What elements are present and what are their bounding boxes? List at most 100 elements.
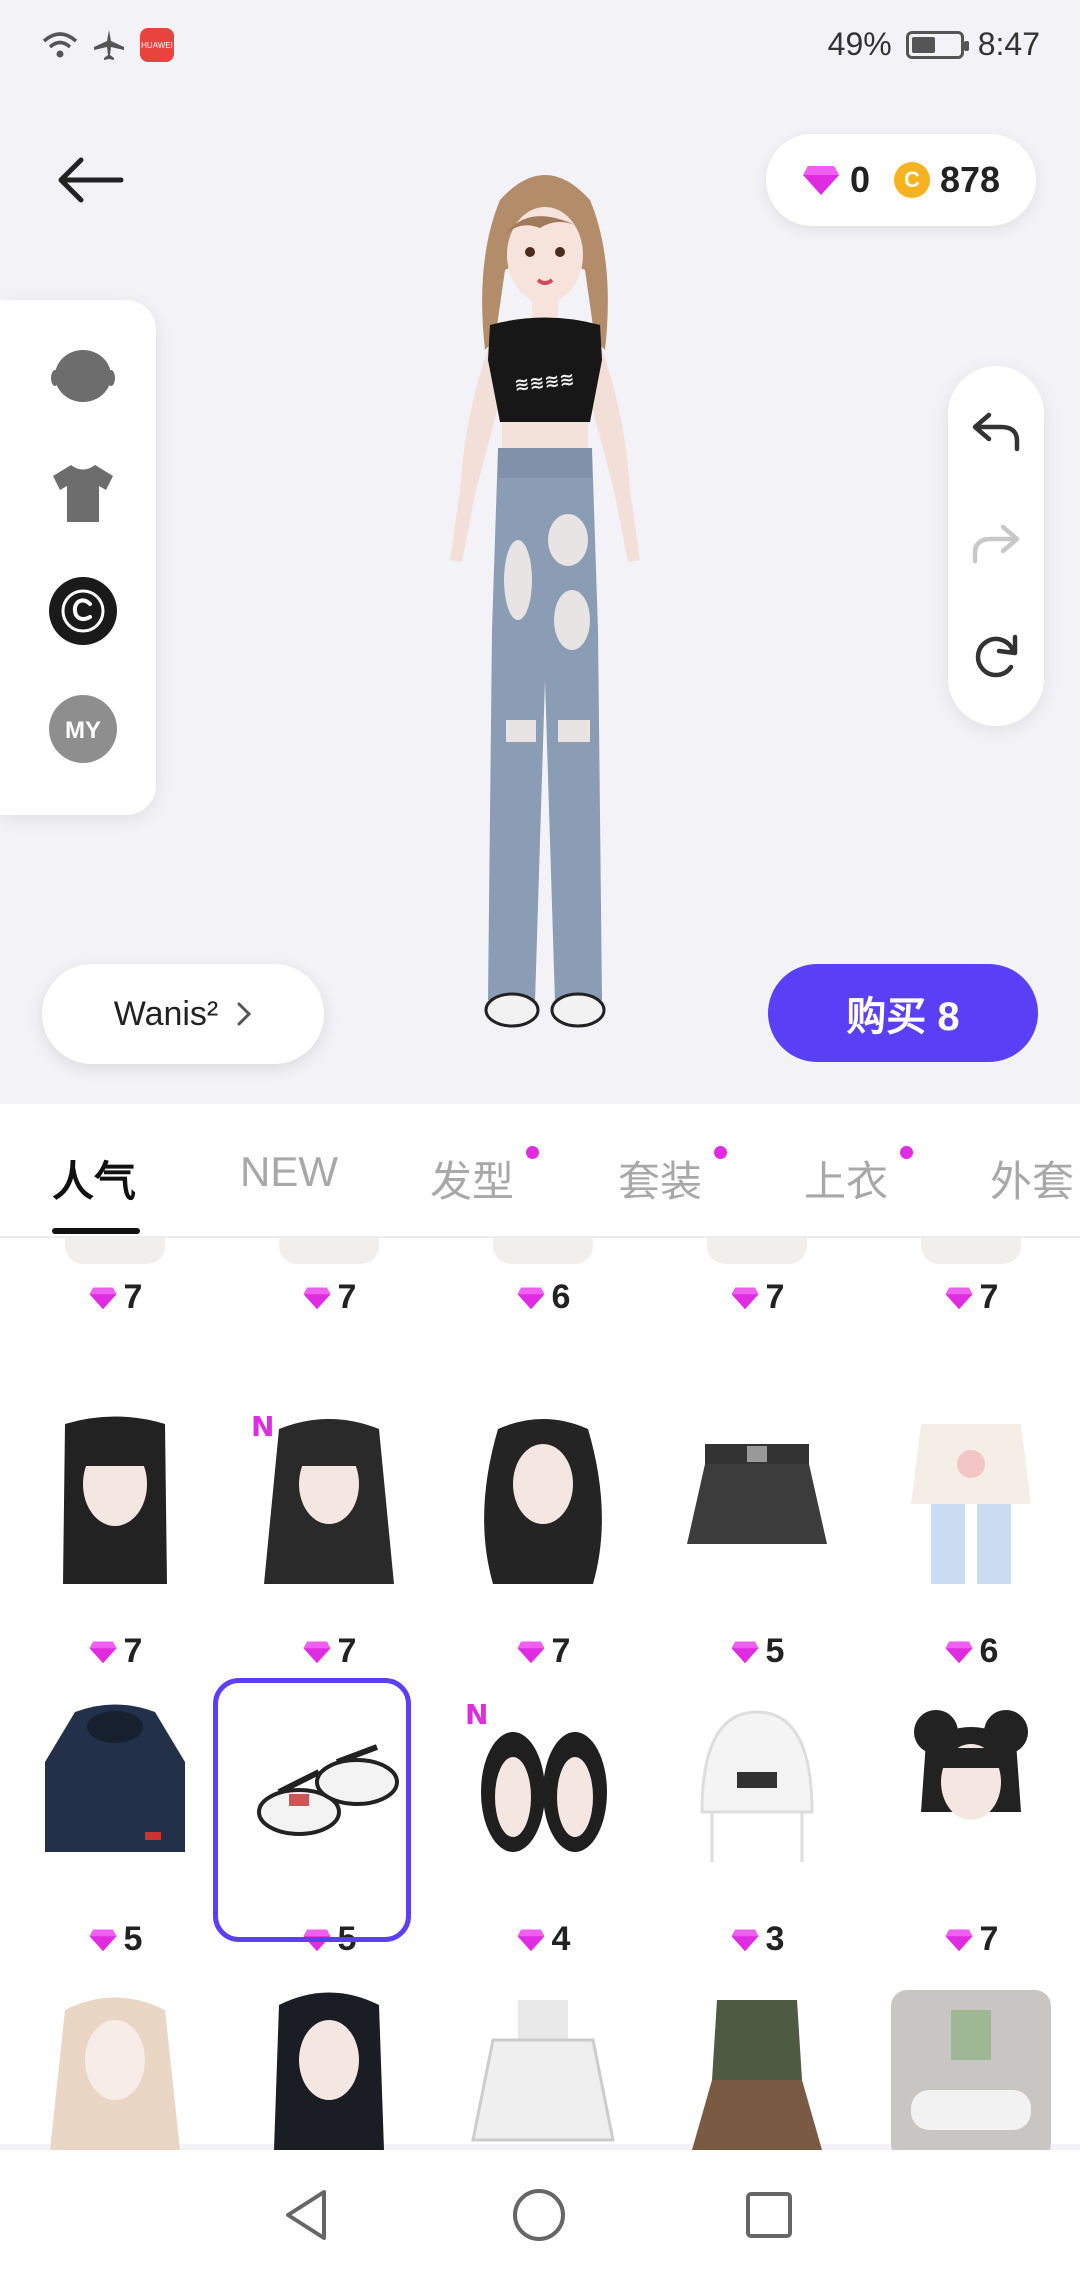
clock: 8:47	[977, 26, 1040, 62]
selected-item-frame	[213, 1678, 411, 1942]
outfit-name-button[interactable]: Wanis²	[42, 964, 324, 1064]
airplane-icon	[94, 30, 124, 60]
item-thumbnail-outfit-sweater	[891, 1414, 1051, 1584]
gem-icon	[731, 1641, 759, 1663]
item-price-value: 6	[551, 1278, 571, 1316]
tab-3[interactable]: 套装	[618, 1148, 702, 1209]
nav-back-button[interactable]	[272, 2180, 342, 2250]
item-price: 3	[657, 1920, 857, 1959]
tab-5[interactable]: 外套	[990, 1148, 1074, 1209]
item-price: 7	[443, 1632, 643, 1671]
my-category-button[interactable]: MY	[48, 694, 118, 764]
gem-icon	[945, 1929, 973, 1951]
item-thumbnail-hair-wavy	[463, 1414, 623, 1584]
item-price: 7	[15, 1632, 215, 1671]
nav-recents-button[interactable]	[734, 2180, 804, 2250]
nav-home-button[interactable]	[504, 2180, 574, 2250]
nav-home-icon	[513, 2189, 565, 2241]
tab-0[interactable]: 人气	[52, 1148, 136, 1209]
nav-back-icon	[286, 2190, 326, 2240]
head-icon	[51, 350, 115, 402]
gem-icon	[303, 1641, 331, 1663]
shop-item[interactable]: N7	[229, 1410, 429, 1674]
coin-icon: C	[893, 162, 930, 198]
item-price: 7	[657, 1278, 857, 1317]
shop-item[interactable]: 7	[15, 1414, 215, 1674]
shop-panel: 人气 NEW 发型 套装 上衣 外套 776777N775655N437	[0, 1104, 1080, 2150]
currency-pill[interactable]: 0 C 878	[766, 134, 1036, 226]
item-grid: 776777N775655N437	[0, 1238, 1080, 2254]
item-price-value: 7	[123, 1278, 143, 1316]
item-price: 6	[443, 1278, 643, 1317]
gem-icon	[945, 1641, 973, 1663]
tab-4[interactable]: 上衣	[804, 1148, 888, 1209]
shop-item[interactable]: 5	[657, 1414, 857, 1674]
shop-item[interactable]: N4	[443, 1698, 643, 1962]
item-price-value: 5	[123, 1920, 143, 1958]
item-thumbnail-hair-blonde	[35, 1990, 195, 2160]
shop-item[interactable]: 7	[443, 1414, 643, 1674]
item-thumbnail-partial	[891, 1238, 1051, 1264]
shop-item[interactable]: 7	[871, 1702, 1071, 1962]
avatar-preview[interactable]: ≋≋≋≋	[380, 160, 710, 1060]
chevron-right-icon	[237, 1002, 252, 1026]
item-thumbnail-partial	[249, 1238, 409, 1264]
battery-percent: 49%	[827, 26, 892, 62]
item-thumbnail-skirt-black	[677, 1414, 837, 1584]
gem-icon	[89, 1287, 117, 1309]
category-tabs: 人气 NEW 发型 套装 上衣 外套	[0, 1104, 1080, 1238]
gem-icon	[517, 1929, 545, 1951]
undo-icon	[972, 412, 1020, 452]
item-price-value: 7	[123, 1632, 143, 1670]
buy-button[interactable]: 购买 8	[768, 964, 1038, 1062]
shop-item[interactable]: 6	[871, 1414, 1071, 1674]
shop-item[interactable]: 5	[15, 1702, 215, 1962]
item-thumbnail-room-bathroom	[891, 1990, 1051, 2160]
coin-count: 878	[939, 159, 1001, 200]
item-price-value: 5	[765, 1632, 785, 1670]
tab-new-dot	[714, 1146, 727, 1159]
back-arrow-icon	[58, 157, 124, 203]
undo-button[interactable]	[966, 402, 1026, 462]
item-price: 5	[15, 1920, 215, 1959]
my-label: MY	[65, 717, 101, 744]
my-icon: MY	[49, 695, 117, 763]
head-category-button[interactable]	[48, 342, 118, 412]
tab-new-dot	[526, 1146, 539, 1159]
buy-label: 购买 8	[846, 995, 960, 1039]
copyright-category-button[interactable]	[48, 576, 118, 646]
copyright-icon	[49, 577, 117, 645]
gem-icon	[802, 166, 839, 195]
new-badge: N	[251, 1410, 275, 1443]
back-button[interactable]	[50, 145, 130, 215]
reset-button[interactable]	[966, 626, 1026, 686]
gem-icon	[731, 1287, 759, 1309]
item-price: 4	[443, 1920, 643, 1959]
item-thumbnail-beanie-white	[677, 1702, 837, 1872]
active-tab-underline	[52, 1228, 140, 1234]
clothing-category-button[interactable]	[48, 458, 118, 528]
tab-new-dot	[900, 1146, 913, 1159]
item-thumbnail-partial	[463, 1238, 623, 1264]
item-price: 7	[871, 1278, 1071, 1317]
battery-fill	[911, 36, 935, 53]
nav-recents-icon	[746, 2192, 792, 2238]
outfit-name: Wanis²	[113, 994, 219, 1033]
reset-icon	[975, 634, 1018, 678]
item-price-value: 7	[765, 1278, 785, 1316]
wifi-icon	[42, 32, 78, 58]
item-thumbnail-dress-white	[463, 1990, 623, 2160]
redo-icon	[972, 524, 1020, 564]
gem-icon	[89, 1641, 117, 1663]
item-thumbnail-outfit-olive	[677, 1990, 837, 2160]
item-price-value: 7	[551, 1632, 571, 1670]
item-price-value: 7	[337, 1632, 357, 1670]
item-price: 7	[229, 1632, 429, 1671]
shop-item[interactable]: 3	[657, 1702, 857, 1962]
tab-2[interactable]: 发型	[430, 1148, 514, 1209]
gem-icon	[303, 1287, 331, 1309]
history-side-panel	[948, 366, 1044, 726]
new-badge: N	[465, 1698, 489, 1731]
tab-1[interactable]: NEW	[240, 1148, 338, 1196]
redo-button[interactable]	[966, 514, 1026, 574]
